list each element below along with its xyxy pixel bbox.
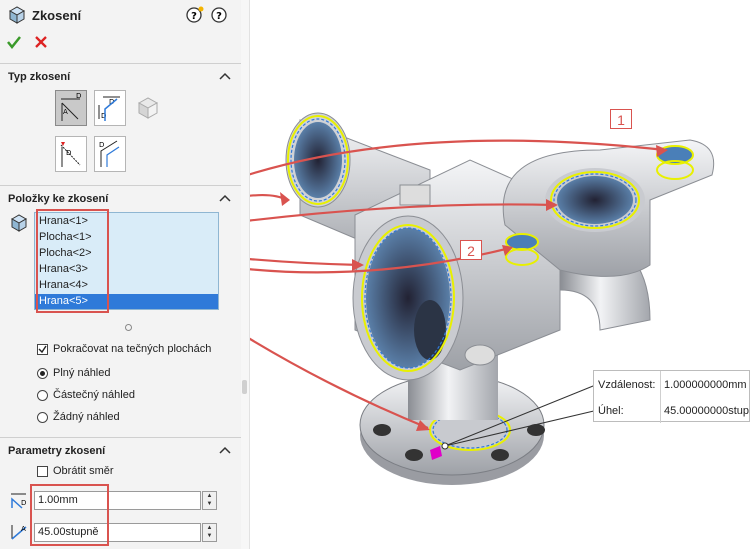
full-preview-label: Plný náhled — [53, 367, 111, 379]
distance-dimension-value[interactable]: 1.000000000mm — [664, 379, 747, 391]
partial-preview-radio[interactable] — [37, 390, 48, 401]
svg-text:?: ? — [216, 11, 222, 22]
callout-2: 2 — [460, 240, 482, 260]
dimension-anchor — [441, 442, 449, 450]
dimension-input-box[interactable]: Vzdálenost: 1.000000000mm Úhel: 45.00000… — [593, 370, 750, 423]
model-render — [250, 112, 715, 485]
section-divider — [0, 437, 241, 438]
list-highlight-box — [36, 209, 109, 313]
angle-icon: A — [11, 525, 27, 540]
svg-text:?: ? — [191, 11, 197, 22]
collapse-chevron-icon[interactable] — [219, 193, 231, 203]
vertex-chamfer-cube-icon[interactable] — [136, 95, 160, 121]
distance-distance-icon: D D — [98, 96, 120, 121]
angle-spinner[interactable]: ▲ ▼ — [202, 523, 217, 542]
angle-dimension-value[interactable]: 45.00000000stup — [664, 405, 749, 417]
distance-spinner[interactable]: ▲ ▼ — [202, 491, 217, 510]
help-bulb-icon[interactable]: ? — [186, 6, 204, 24]
chamfer-type-distance-distance-button[interactable]: D D — [94, 90, 126, 126]
svg-text:A: A — [63, 108, 68, 116]
section-title-chamfer-type: Typ zkosení — [8, 71, 71, 83]
svg-text:D: D — [76, 92, 81, 100]
no-preview-radio[interactable] — [37, 412, 48, 423]
collapse-chevron-icon[interactable] — [219, 445, 231, 455]
flip-direction-checkbox[interactable] — [37, 466, 48, 477]
edges-faces-selection-icon — [10, 214, 28, 232]
panel-splitter[interactable] — [241, 0, 250, 549]
svg-text:A: A — [21, 525, 26, 533]
offset-face-icon: D — [60, 142, 81, 167]
chamfer-type-offset-face-button[interactable]: D — [55, 136, 87, 172]
chamfer-feature-icon — [8, 6, 26, 24]
ok-checkmark-icon[interactable] — [6, 34, 22, 50]
tangent-propagation-checkbox[interactable] — [37, 344, 48, 355]
section-divider — [0, 185, 241, 186]
chamfer-type-face-face-button[interactable]: D — [94, 136, 126, 172]
property-manager-panel: Zkosení ? ? Typ zkosení D A D D D D Polo… — [0, 0, 242, 549]
panel-title: Zkosení — [32, 8, 82, 23]
flip-direction-label: Obrátit směr — [53, 465, 114, 477]
parameters-highlight-box — [30, 484, 109, 546]
dimension-row-angle[interactable]: Úhel: 45.00000000stup — [594, 398, 750, 423]
no-preview-label: Žádný náhled — [53, 411, 120, 423]
cancel-cross-icon[interactable] — [33, 34, 49, 50]
list-resize-handle[interactable] — [125, 324, 132, 331]
collapse-chevron-icon[interactable] — [219, 71, 231, 81]
callout-1: 1 — [610, 109, 632, 129]
graphics-viewport[interactable]: 1 2 Vzdálenost: 1.000000000mm Úhel: 45.0… — [250, 0, 750, 549]
section-title-parameters: Parametry zkosení — [8, 445, 106, 457]
section-divider — [0, 63, 241, 64]
section-title-items: Položky ke zkosení — [8, 193, 109, 205]
chamfer-type-angle-distance-button[interactable]: D A — [55, 90, 87, 126]
distance-dimension-label: Vzdálenost: — [598, 379, 656, 391]
splitter-grip[interactable] — [242, 380, 247, 394]
svg-text:D: D — [21, 499, 26, 507]
distance-icon: D — [11, 493, 26, 509]
full-preview-radio[interactable] — [37, 368, 48, 379]
angle-distance-icon: D A — [61, 92, 81, 121]
angle-dimension-label: Úhel: — [598, 405, 624, 417]
svg-text:D: D — [66, 149, 71, 157]
face-face-icon: D — [99, 140, 120, 167]
svg-text:D: D — [99, 141, 104, 149]
partial-preview-label: Částečný náhled — [53, 389, 135, 401]
tangent-propagation-label: Pokračovat na tečných plochách — [53, 343, 212, 355]
dimension-row-distance[interactable]: Vzdálenost: 1.000000000mm — [594, 372, 750, 397]
help-icon[interactable]: ? — [210, 6, 228, 24]
checkmark-icon — [38, 345, 47, 354]
